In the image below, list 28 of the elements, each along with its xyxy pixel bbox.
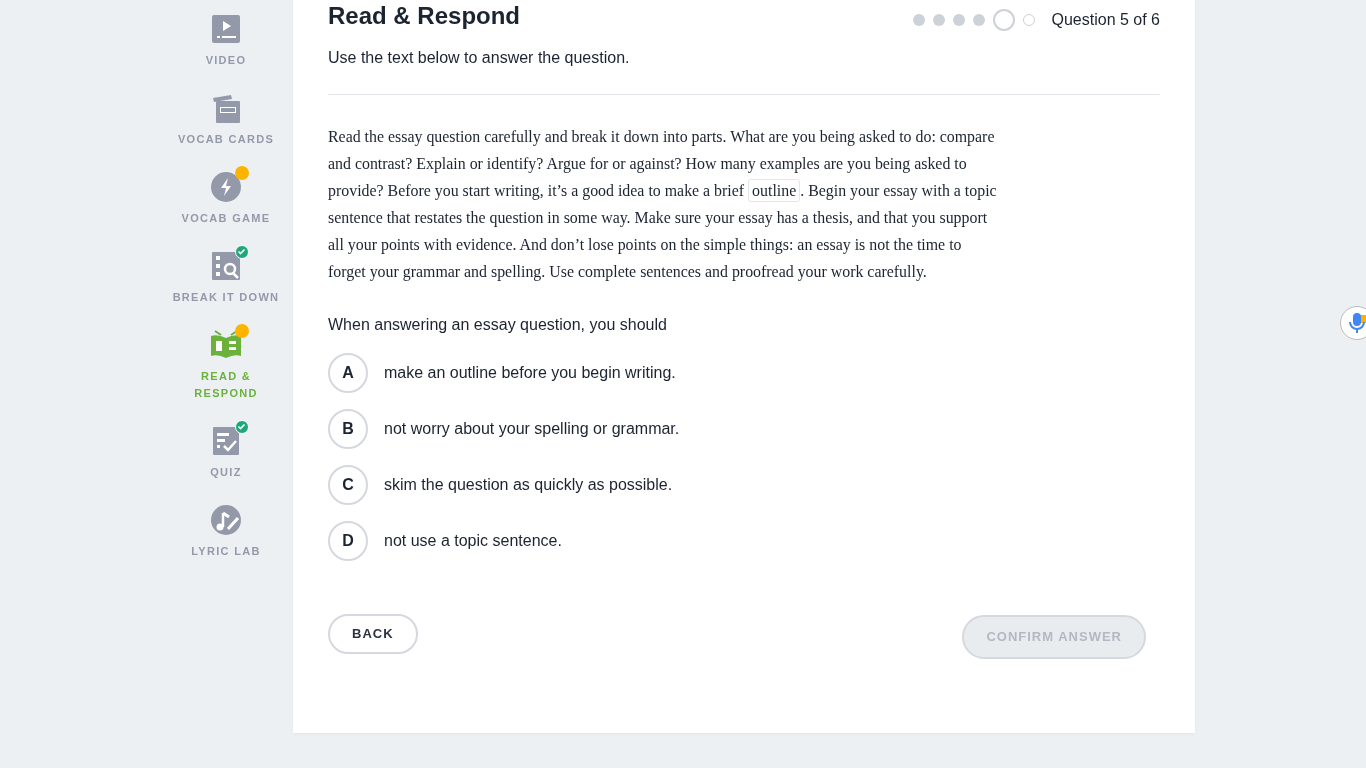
- back-button[interactable]: BACK: [328, 614, 418, 654]
- sidebar-item[interactable]: BREAK IT DOWN: [166, 249, 286, 306]
- music-note-icon: [209, 503, 243, 537]
- progress-label: Question 5 of 6: [1051, 10, 1160, 30]
- option-text: not use a topic sentence.: [384, 531, 562, 551]
- video-icon: [209, 12, 243, 46]
- sidebar-item[interactable]: VOCAB GAME: [166, 170, 286, 227]
- page-title: Read & Respond: [328, 2, 521, 31]
- sidebar-item[interactable]: VIDEO: [166, 12, 286, 69]
- option-letter-button[interactable]: D: [328, 521, 368, 561]
- option-letter-button[interactable]: B: [328, 409, 368, 449]
- microphone-icon: [1348, 312, 1366, 334]
- option-text: skim the question as quickly as possible.: [384, 475, 673, 495]
- option-text: not worry about your spelling or grammar.: [384, 419, 680, 439]
- passage-text: Read the essay question carefully and break it down into parts. What are you being asked to do: compare and contrast? Explain or identify? Argue for or against? How many examples are you being asked to provide? Before you start writing, it’s a good idea to make a brief outline . Begin your essay with a topic sentence that restates the question in some way. Make sure your essay has a thesis, and that you support all your points with evidence. And don’t lose points on the simple things: an essay is not the time to forget your grammar and spelling. Use complete sentences and proofread your work carefully.: [328, 127, 998, 283]
- microphone-button[interactable]: [1340, 306, 1366, 340]
- sidebar-item[interactable]: LYRIC LAB: [166, 503, 286, 560]
- sidebar-item[interactable]: QUIZ: [166, 424, 286, 481]
- option-letter-button[interactable]: A: [328, 353, 368, 393]
- sidebar-item[interactable]: READ & RESPOND: [166, 328, 286, 402]
- instructions-text: Use the text below to answer the question.: [328, 48, 631, 68]
- lightning-icon: [209, 170, 243, 204]
- magnifier-icon: [209, 249, 243, 283]
- sidebar-item[interactable]: VOCAB CARDS: [166, 91, 286, 148]
- option-text: make an outline before you begin writing.: [384, 363, 676, 383]
- vocab-word-link[interactable]: outline: [748, 179, 801, 202]
- option-letter-button[interactable]: C: [328, 465, 368, 505]
- question-text: When answering an essay question, you should: [328, 315, 668, 335]
